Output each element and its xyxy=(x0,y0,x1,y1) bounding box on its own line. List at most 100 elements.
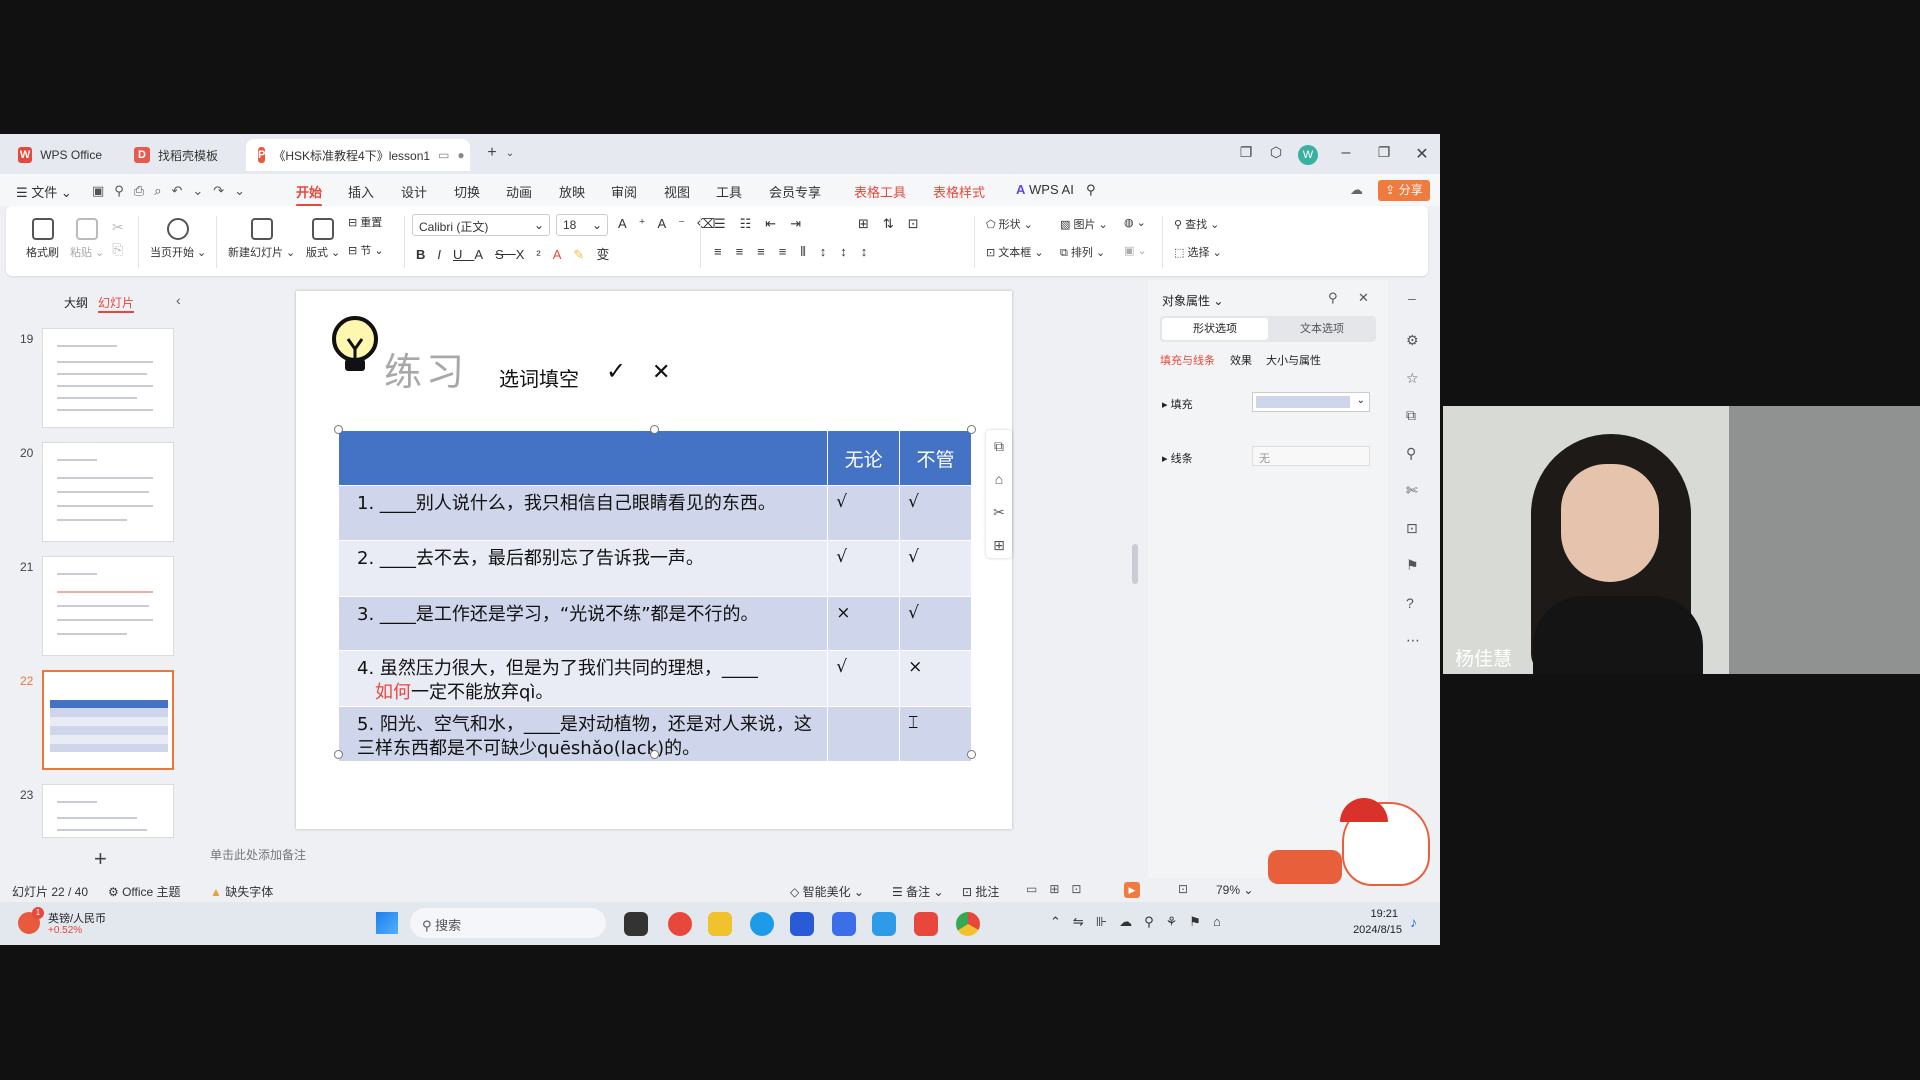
view-mode-icons[interactable]: ▭⊞⊡ xyxy=(1026,882,1093,896)
folder-icon[interactable] xyxy=(708,912,732,936)
app-icon[interactable] xyxy=(872,912,896,936)
answer-cell[interactable]: √ xyxy=(899,596,972,651)
clock-date[interactable]: 2024/8/15 xyxy=(1340,924,1402,936)
quick-access-icons[interactable]: ▣⚲⎙⌕↶⌄↷⌄ xyxy=(92,183,255,199)
store-icon[interactable] xyxy=(790,912,814,936)
menu-review[interactable]: 审阅 xyxy=(611,182,637,201)
missing-font[interactable]: ▲ 缺失字体 xyxy=(210,883,273,900)
select-button[interactable]: ⬚ 选择 ⌄ xyxy=(1174,244,1222,260)
add-slide-icon[interactable]: + xyxy=(94,846,107,872)
slide-thumbnail[interactable] xyxy=(42,784,174,838)
minimize-icon[interactable]: – xyxy=(1334,144,1358,162)
resize-handle[interactable] xyxy=(334,750,343,759)
edge-icon[interactable] xyxy=(750,912,774,936)
share-button[interactable]: ⇪ 分享 xyxy=(1378,180,1430,201)
answer-cell[interactable]: √ xyxy=(827,540,901,597)
answer-cell[interactable]: √ xyxy=(899,540,972,597)
arrange-button[interactable]: ⧉ 排列 ⌄ xyxy=(1060,244,1105,260)
fit-icon[interactable]: ⊡ xyxy=(1178,882,1188,896)
answer-cell[interactable]: ⌶ xyxy=(899,706,972,762)
section-button[interactable]: ⊟ 节 ⌄ xyxy=(348,242,384,258)
resize-handle[interactable] xyxy=(967,425,976,434)
chrome-icon[interactable] xyxy=(956,912,980,936)
close-icon[interactable]: ✕ xyxy=(1358,290,1369,306)
slide-thumbnail[interactable] xyxy=(42,328,174,428)
find-button[interactable]: ⚲ 查找 ⌄ xyxy=(1174,216,1219,232)
window-layout-icon[interactable]: ❐ xyxy=(1234,144,1258,161)
avatar[interactable]: W xyxy=(1298,145,1318,165)
menu-tools[interactable]: 工具 xyxy=(716,182,742,201)
outline-button[interactable]: ▣ ⌄ xyxy=(1124,244,1147,257)
menu-animation[interactable]: 动画 xyxy=(506,182,532,201)
vertical-scrollbar[interactable] xyxy=(1132,544,1138,584)
picture-button[interactable]: ▧ 图片 ⌄ xyxy=(1060,216,1108,232)
fill-section[interactable]: ▸ 填充 xyxy=(1162,396,1193,412)
reset-button[interactable]: ⊟ 重置 xyxy=(348,214,382,230)
tab-slides[interactable]: 幻灯片 xyxy=(98,294,135,313)
wps-taskbar-icon[interactable] xyxy=(914,912,938,936)
text-direction-icons[interactable]: ⊞⇅⊡ xyxy=(858,216,933,232)
side-tool-icons[interactable]: ⚙ ☆ ⧉ ⚲ ✄ ⊡ ⚑? ⋯ xyxy=(1406,322,1420,660)
text-format-icons[interactable]: BIUASX²A✎变 xyxy=(416,244,621,263)
slide-thumbnail[interactable] xyxy=(42,556,174,656)
notes-placeholder[interactable]: 单击此处添加备注 xyxy=(210,846,306,863)
comment-toggle[interactable]: ⊡ 批注 xyxy=(962,883,999,900)
tab-text-options[interactable]: 文本选项 xyxy=(1270,318,1374,340)
menu-slideshow[interactable]: 放映 xyxy=(559,182,585,201)
textbox-button[interactable]: ⊡ 文本框 ⌄ xyxy=(986,244,1044,260)
menu-file[interactable]: ☰ 文件 ⌄ xyxy=(16,182,72,201)
answer-cell[interactable]: √ xyxy=(827,485,901,541)
answer-cell[interactable]: √ xyxy=(899,485,972,541)
line-section[interactable]: ▸ 线条 xyxy=(1162,450,1193,466)
notes-toggle[interactable]: ☰ 备注 ⌄ xyxy=(892,883,944,900)
resize-handle[interactable] xyxy=(650,425,659,434)
tab-document[interactable]: P 《HSK标准教程4下》lesson1 ▭ ● xyxy=(246,139,470,171)
question-cell[interactable]: 1. ____别人说什么，我只相信自己眼睛看见的东西。 xyxy=(337,485,829,541)
resize-handle[interactable] xyxy=(334,425,343,434)
pin-icon[interactable]: ⚲ xyxy=(1328,290,1338,306)
menu-wps-ai[interactable]: A WPS AI xyxy=(1016,182,1074,197)
slide-canvas[interactable]: 练习 选词填空 ✓ ✕ 无论 不管 1. ____别人说什么，我只相信自己眼睛看… xyxy=(296,291,1012,829)
exercise-table[interactable]: 无论 不管 1. ____别人说什么，我只相信自己眼睛看见的东西。 √ √ 2.… xyxy=(337,430,972,762)
collapse-panel-icon[interactable]: ‹ xyxy=(176,292,181,308)
paste-button[interactable]: 粘贴 ⌄ xyxy=(70,218,104,260)
menu-transition[interactable]: 切换 xyxy=(454,182,480,201)
fill-color-picker[interactable]: ⌄ xyxy=(1252,392,1370,412)
minimize-panel-icon[interactable]: – xyxy=(1408,290,1416,306)
new-slide-button[interactable]: 新建幻灯片 ⌄ xyxy=(228,218,295,260)
line-select[interactable]: 无 xyxy=(1252,446,1370,466)
question-cell[interactable]: 3. ____是工作还是学习，“光说不练”都是不行的。 xyxy=(337,596,829,651)
task-view-icon[interactable] xyxy=(624,912,648,936)
answer-cell[interactable]: √ xyxy=(827,650,901,707)
fill-color-button[interactable]: ◍ ⌄ xyxy=(1124,216,1146,229)
theme-name[interactable]: ⚙ Office 主题 xyxy=(108,883,181,900)
slide-thumbnail-selected[interactable] xyxy=(42,670,174,770)
list-format-icons[interactable]: ☰☷⇤⇥ xyxy=(714,216,815,232)
close-icon[interactable]: ✕ xyxy=(1410,144,1434,164)
menu-design[interactable]: 设计 xyxy=(401,182,427,201)
paragraph-align-icons[interactable]: ≡≡≡≡⫴↕↕↕ xyxy=(714,244,881,260)
app-icon[interactable] xyxy=(832,912,856,936)
question-cell[interactable]: 5. 阳光、空气和水，____是对动植物，还是对人来说，这三样东西都是不可缺少q… xyxy=(337,706,829,762)
app-icon[interactable] xyxy=(668,912,692,936)
answer-cell[interactable] xyxy=(827,706,901,762)
subtab-effects[interactable]: 效果 xyxy=(1230,352,1252,368)
resize-handle[interactable] xyxy=(650,750,659,759)
resize-handle[interactable] xyxy=(967,750,976,759)
tab-shape-options[interactable]: 形状选项 xyxy=(1162,318,1268,340)
windows-start-icon[interactable] xyxy=(376,912,398,934)
menu-home[interactable]: 开始 xyxy=(296,182,323,207)
clock-time[interactable]: 19:21 xyxy=(1346,908,1398,920)
question-cell[interactable]: 2. ____去不去，最后都别忘了告诉我一声。 xyxy=(337,540,829,597)
bell-icon[interactable]: ♪ xyxy=(1410,914,1417,930)
system-tray-icons[interactable]: ⌃⇋⊪☁⚲⚘⚑⌂ xyxy=(1050,914,1233,930)
cube-icon[interactable]: ⬡ xyxy=(1264,144,1288,161)
shape-button[interactable]: ⬠ 形状 ⌄ xyxy=(986,216,1033,232)
menu-member[interactable]: 会员专享 xyxy=(769,182,821,201)
menu-insert[interactable]: 插入 xyxy=(348,182,374,201)
tab-template[interactable]: D 找稻壳模板 xyxy=(122,139,240,171)
maximize-icon[interactable]: ❐ xyxy=(1372,144,1396,161)
layout-button[interactable]: 版式 ⌄ xyxy=(306,218,340,260)
answer-cell[interactable]: × xyxy=(899,650,972,707)
answer-cell[interactable]: × xyxy=(827,596,901,651)
